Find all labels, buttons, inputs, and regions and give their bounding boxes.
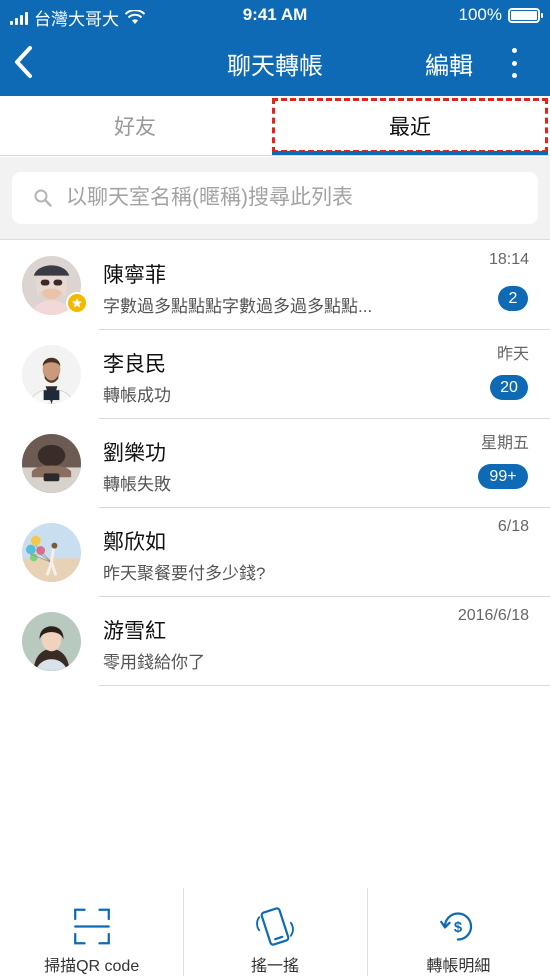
avatar xyxy=(22,434,81,493)
message-preview: 轉帳成功 xyxy=(103,386,171,405)
qr-scan-icon xyxy=(73,908,110,945)
contact-name: 李良民 xyxy=(103,353,166,376)
search-box xyxy=(12,172,538,224)
scan-qr-label: 掃描QR code xyxy=(44,958,140,975)
top-bar: 台灣大哥大 9:41 AM 100% 聊天轉帳 編輯 xyxy=(0,0,550,96)
message-time: 昨天 xyxy=(496,346,529,363)
status-right: 100% xyxy=(458,5,543,25)
segment-tabs: 好友 最近 xyxy=(0,96,550,156)
more-vertical-icon[interactable] xyxy=(506,48,522,78)
battery-percent: 100% xyxy=(458,5,502,24)
shake-label: 搖一搖 xyxy=(250,958,299,975)
avatar xyxy=(22,345,81,404)
chat-row[interactable]: 鄭欣如 昨天聚餐要付多少錢? 6/18 xyxy=(0,508,550,597)
message-time: 6/18 xyxy=(497,518,529,535)
scan-qr-button[interactable]: 掃描QR code xyxy=(0,888,183,976)
status-bar: 台灣大哥大 9:41 AM 100% xyxy=(0,0,550,30)
message-time: 星期五 xyxy=(480,435,529,452)
shake-phone-icon xyxy=(256,907,294,946)
tab-friends[interactable]: 好友 xyxy=(0,96,270,155)
message-time: 2016/6/18 xyxy=(457,607,529,624)
message-preview: 轉帳失敗 xyxy=(103,475,171,494)
message-preview: 昨天聚餐要付多少錢? xyxy=(103,564,266,583)
search-icon xyxy=(34,189,52,207)
search-area xyxy=(0,157,550,240)
contact-name: 鄭欣如 xyxy=(103,531,166,554)
bottom-toolbar: 掃描QR code 搖一搖 $ 轉帳明細 xyxy=(0,888,550,976)
message-preview: 字數過多點點點字數過多過多點點... xyxy=(103,297,373,316)
message-time: 18:14 xyxy=(488,251,529,268)
avatar xyxy=(22,612,81,671)
battery-icon xyxy=(508,7,543,23)
favorite-star-icon xyxy=(66,292,88,314)
history-dollar-icon: $ xyxy=(440,912,473,941)
edit-button[interactable]: 編輯 xyxy=(425,46,473,81)
svg-text:$: $ xyxy=(454,920,463,936)
chat-row[interactable]: 游雪紅 零用錢給你了 2016/6/18 xyxy=(0,597,550,686)
chat-row[interactable]: 李良民 轉帳成功 昨天 20 xyxy=(0,330,550,419)
unread-badge: 20 xyxy=(490,375,528,400)
nav-bar: 聊天轉帳 編輯 xyxy=(0,30,550,96)
transfer-history-label: 轉帳明細 xyxy=(426,958,491,975)
unread-badge: 99+ xyxy=(478,464,528,489)
chat-row[interactable]: 劉樂功 轉帳失敗 星期五 99+ xyxy=(0,419,550,508)
contact-name: 游雪紅 xyxy=(103,620,166,643)
message-preview: 零用錢給你了 xyxy=(103,653,205,672)
tab-recent[interactable]: 最近 xyxy=(272,98,548,155)
chat-list: 陳寧菲 字數過多點點點字數過多過多點點... 18:14 2 李良民 轉帳成功 … xyxy=(0,241,550,686)
shake-button[interactable]: 搖一搖 xyxy=(183,888,366,976)
avatar xyxy=(22,523,81,582)
search-input[interactable] xyxy=(66,186,538,210)
chat-row[interactable]: 陳寧菲 字數過多點點點字數過多過多點點... 18:14 2 xyxy=(0,241,550,330)
contact-name: 劉樂功 xyxy=(103,442,166,465)
divider xyxy=(99,685,550,686)
contact-name: 陳寧菲 xyxy=(103,264,166,287)
unread-badge: 2 xyxy=(498,286,528,311)
transfer-history-button[interactable]: $ 轉帳明細 xyxy=(366,888,550,976)
